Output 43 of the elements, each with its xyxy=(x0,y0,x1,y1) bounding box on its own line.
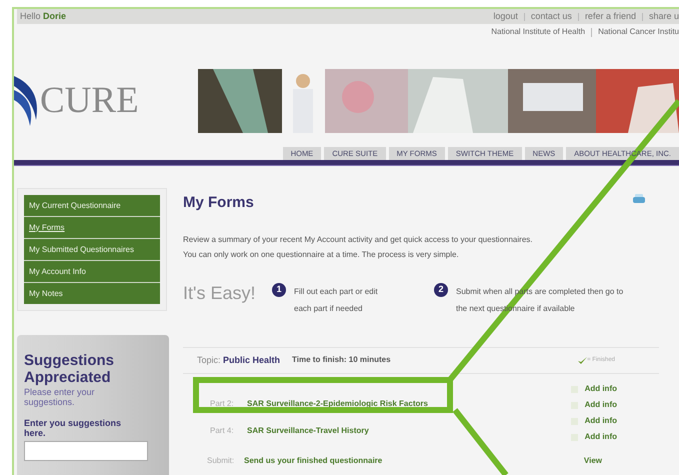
add-info-link[interactable]: Add info xyxy=(584,383,617,395)
partner-link[interactable]: National Institute of Health xyxy=(491,26,586,38)
checkbox[interactable] xyxy=(570,434,578,440)
part-link[interactable]: SAR Surveillance-2-Epidemiologic Risk Factors xyxy=(247,398,428,410)
submit-link[interactable]: Send us your finished questionnaire xyxy=(244,455,382,467)
suggestions-title: Suggestions Appreciated xyxy=(24,352,116,386)
view-link[interactable]: View xyxy=(584,455,602,467)
sidebar-item[interactable]: My Account Info xyxy=(24,261,160,282)
part-link[interactable]: SAR Surveillance-Travel History xyxy=(247,425,369,437)
print-icon[interactable] xyxy=(633,194,645,203)
intro-text: Review a summary of your recent My Account activity and get quick access to your questionnaires. xyxy=(183,234,534,246)
logo-text: CURE xyxy=(40,82,139,120)
header-link[interactable]: logout xyxy=(493,10,518,24)
header-link[interactable]: contact us xyxy=(530,10,572,24)
checkbox[interactable] xyxy=(570,418,578,424)
checkmark-icon xyxy=(578,356,588,364)
page-title: My Forms xyxy=(183,193,254,213)
checkbox[interactable] xyxy=(570,402,578,408)
field-label: Enter you suggestions here. xyxy=(24,418,122,438)
greeting-text: Hello Dorie xyxy=(20,10,66,23)
easy-heading: It's Easy! xyxy=(183,282,256,304)
sidebar-item[interactable]: My Forms xyxy=(24,217,160,238)
header-link[interactable]: refer a friend xyxy=(584,10,636,24)
sidebar-item[interactable]: My Notes xyxy=(24,283,160,304)
add-info-link[interactable]: Add info xyxy=(584,431,617,443)
step-number: 2 xyxy=(434,282,448,296)
step-text: Fill out each part or edit each part if needed xyxy=(294,286,379,315)
part-label: Part 2: xyxy=(210,398,235,410)
step-number: 1 xyxy=(272,282,286,296)
sidebar-item[interactable]: My Current Questionnaire xyxy=(24,195,160,216)
add-info-link[interactable]: Add info xyxy=(584,415,617,427)
partner-link[interactable]: National Cancer Institu xyxy=(598,26,679,38)
intro-text: You can only work on one questionnaire at a time. The process is very simple. xyxy=(183,248,460,261)
header-link[interactable]: share u xyxy=(648,10,679,24)
suggestions-hint: Please enter your suggestions. xyxy=(24,387,96,407)
time-to-finish: Time to finish: 10 minutes xyxy=(292,354,391,366)
part-label: Part 4: xyxy=(210,425,235,437)
add-info-link[interactable]: Add info xyxy=(584,399,617,411)
topic-label: Topic: Public Health xyxy=(197,354,280,367)
sidebar-item[interactable]: My Submitted Questionnaires xyxy=(24,239,160,260)
checkbox[interactable] xyxy=(570,386,578,392)
submit-label: Submit: xyxy=(207,455,236,467)
suggestion-field[interactable] xyxy=(24,441,148,461)
